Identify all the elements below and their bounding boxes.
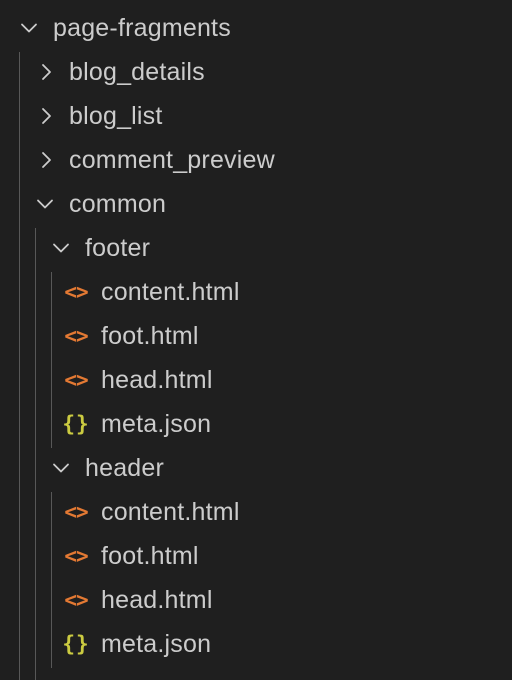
html-file-icon: <> [64,324,88,348]
json-file-icon: {} [62,632,90,656]
html-file-icon: <> [64,500,88,524]
folder-label: comment_preview [69,146,275,174]
chevron-right-icon [35,94,57,138]
file-label: content.html [101,498,240,526]
html-file-icon: <> [64,280,88,304]
tree-file-footer-content-html[interactable]: <> content.html [0,270,512,314]
file-label: foot.html [101,542,199,570]
tree-folder-header[interactable]: header [0,446,512,490]
file-label: meta.json [101,410,212,438]
tree-folder-blog-details[interactable]: blog_details [0,50,512,94]
html-file-icon: <> [64,544,88,568]
chevron-down-icon [50,226,72,270]
json-file-icon: {} [62,412,90,436]
chevron-right-icon [35,50,57,94]
html-file-icon: <> [64,588,88,612]
folder-label: blog_details [69,58,205,86]
tree-folder-partial[interactable] [0,666,512,680]
folder-label: page-fragments [53,14,231,42]
tree-file-header-meta-json[interactable]: {} meta.json [0,622,512,666]
html-file-icon: <> [64,368,88,392]
tree-file-footer-head-html[interactable]: <> head.html [0,358,512,402]
file-label: head.html [101,366,213,394]
chevron-down-icon [18,6,40,50]
tree-file-header-content-html[interactable]: <> content.html [0,490,512,534]
tree-folder-footer[interactable]: footer [0,226,512,270]
tree-file-header-head-html[interactable]: <> head.html [0,578,512,622]
tree-folder-common[interactable]: common [0,182,512,226]
folder-label: blog_list [69,102,163,130]
folder-label: footer [85,234,151,262]
chevron-down-icon [50,446,72,490]
file-explorer-tree: page-fragments blog_details blog_list co… [0,0,512,680]
file-label: head.html [101,586,213,614]
tree-folder-page-fragments[interactable]: page-fragments [0,6,512,50]
chevron-right-icon [51,666,73,680]
file-label: content.html [101,278,240,306]
folder-label: header [85,454,165,482]
chevron-right-icon [35,138,57,182]
tree-file-footer-meta-json[interactable]: {} meta.json [0,402,512,446]
tree-file-header-foot-html[interactable]: <> foot.html [0,534,512,578]
folder-label: common [69,190,167,218]
tree-folder-blog-list[interactable]: blog_list [0,94,512,138]
file-label: meta.json [101,630,212,658]
tree-file-footer-foot-html[interactable]: <> foot.html [0,314,512,358]
file-label: foot.html [101,322,199,350]
tree-folder-comment-preview[interactable]: comment_preview [0,138,512,182]
chevron-down-icon [34,182,56,226]
